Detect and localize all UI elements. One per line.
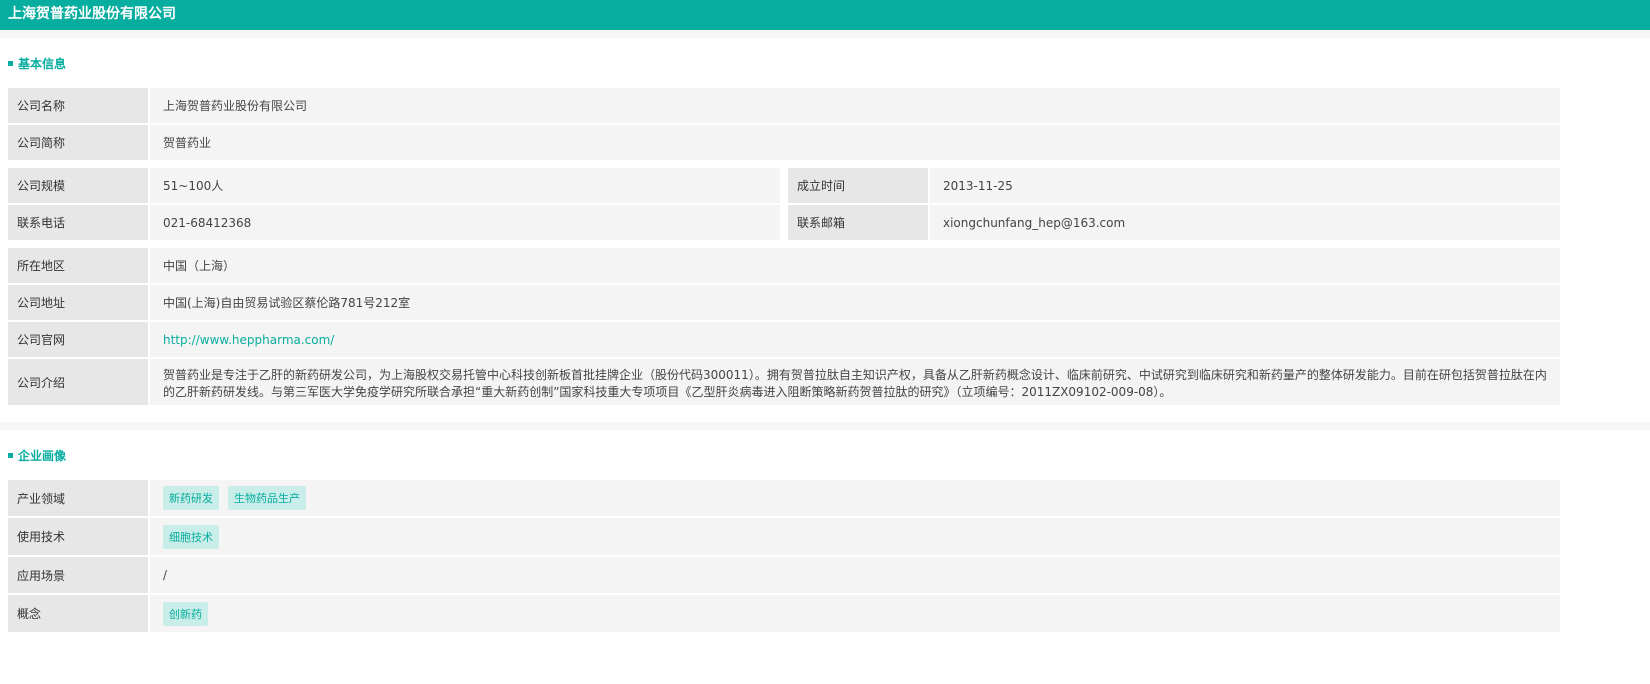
basic-info-table: 公司名称 上海贺普药业股份有限公司 公司简称 贺普药业 公司规模 51~100人 成立… bbox=[8, 88, 1560, 405]
label: 产业领域 bbox=[8, 480, 148, 516]
row-intro: 公司介绍 贺普药业是专注于乙肝的新药研发公司，为上海股权交易托管中心科技创新板首批… bbox=[8, 359, 1560, 405]
label: 概念 bbox=[8, 595, 148, 632]
tag[interactable]: 创新药 bbox=[163, 601, 208, 626]
square-bullet-icon bbox=[8, 452, 13, 458]
value: 中国(上海)自由贸易试验区蔡伦路781号212室 bbox=[150, 285, 1560, 320]
value: 上海贺普药业股份有限公司 bbox=[150, 88, 1560, 123]
tag[interactable]: 新药研发 bbox=[163, 486, 219, 510]
website-link[interactable]: http://www.heppharma.com/ bbox=[163, 333, 334, 347]
value: 贺普药业是专注于乙肝的新药研发公司，为上海股权交易托管中心科技创新板首批挂牌企业… bbox=[150, 359, 1560, 405]
value: 中国（上海） bbox=[150, 248, 1560, 283]
section-title: 企业画像 bbox=[18, 448, 67, 463]
divider bbox=[0, 422, 1650, 430]
square-bullet-icon bbox=[8, 60, 13, 66]
tag[interactable]: 生物药品生产 bbox=[228, 486, 306, 510]
label: 使用技术 bbox=[8, 518, 148, 555]
page-header: 上海贺普药业股份有限公司 bbox=[0, 0, 1650, 30]
label: 公司简称 bbox=[8, 125, 148, 160]
section-basic-info: 基本信息 bbox=[0, 38, 1650, 88]
label: 联系邮箱 bbox=[788, 205, 928, 240]
label: 公司地址 bbox=[8, 285, 148, 320]
tag[interactable]: 细胞技术 bbox=[163, 524, 219, 549]
row-company-name: 公司名称 上海贺普药业股份有限公司 bbox=[8, 88, 1560, 123]
row-industry: 产业领域 新药研发 生物药品生产 bbox=[8, 480, 1560, 516]
value: 贺普药业 bbox=[150, 125, 1560, 160]
divider bbox=[0, 30, 1650, 38]
label: 公司规模 bbox=[8, 168, 148, 203]
row-short-name: 公司简称 贺普药业 bbox=[8, 125, 1560, 160]
section-title: 基本信息 bbox=[18, 56, 67, 71]
row-scale-founded: 公司规模 51~100人 成立时间 2013-11-25 bbox=[8, 168, 1560, 203]
row-concept: 概念 创新药 bbox=[8, 595, 1560, 632]
profile-table: 产业领域 新药研发 生物药品生产 使用技术 细胞技术 应用场景 / 概念 创新药 bbox=[8, 480, 1560, 632]
label: 公司介绍 bbox=[8, 359, 148, 405]
row-address: 公司地址 中国(上海)自由贸易试验区蔡伦路781号212室 bbox=[8, 285, 1560, 320]
label: 公司名称 bbox=[8, 88, 148, 123]
row-tech: 使用技术 细胞技术 bbox=[8, 518, 1560, 555]
row-phone-email: 联系电话 021-68412368 联系邮箱 xiongchunfang_hep@1… bbox=[8, 205, 1560, 240]
section-profile: 企业画像 bbox=[0, 430, 1650, 480]
value: / bbox=[150, 557, 1560, 593]
value: 2013-11-25 bbox=[930, 168, 1560, 203]
label: 成立时间 bbox=[788, 168, 928, 203]
row-region: 所在地区 中国（上海） bbox=[8, 248, 1560, 283]
value: xiongchunfang_hep@163.com bbox=[930, 205, 1560, 240]
value: 021-68412368 bbox=[150, 205, 780, 240]
label: 联系电话 bbox=[8, 205, 148, 240]
row-scene: 应用场景 / bbox=[8, 557, 1560, 593]
row-website: 公司官网 http://www.heppharma.com/ bbox=[8, 322, 1560, 357]
label: 应用场景 bbox=[8, 557, 148, 593]
label: 所在地区 bbox=[8, 248, 148, 283]
label: 公司官网 bbox=[8, 322, 148, 357]
value: 51~100人 bbox=[150, 168, 780, 203]
